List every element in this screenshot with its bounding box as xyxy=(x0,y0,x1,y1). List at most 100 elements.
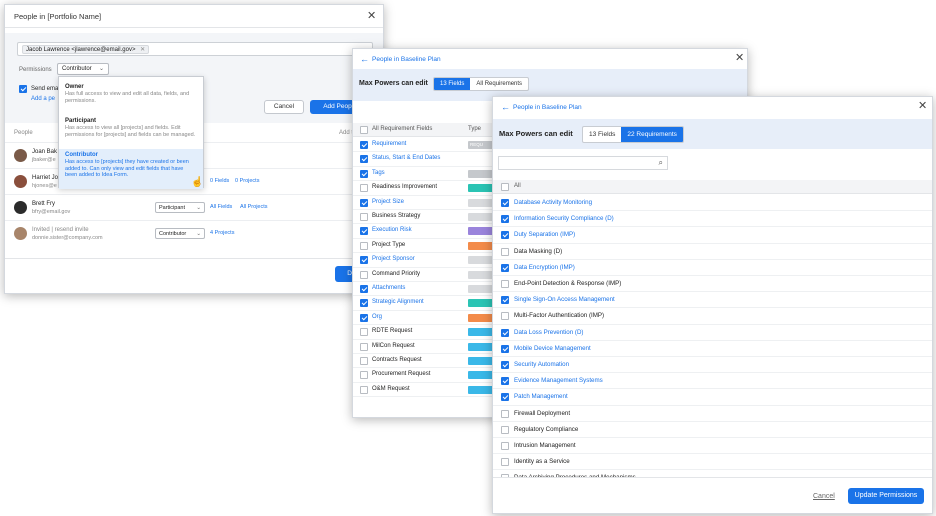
projects-link[interactable]: All Projects xyxy=(240,204,268,210)
select-all-row[interactable]: All xyxy=(493,180,932,194)
permission-select[interactable]: Contributor ⌄ xyxy=(57,63,109,75)
close-icon[interactable]: ✕ xyxy=(918,101,927,112)
role-select[interactable]: Participant ⌄ xyxy=(155,202,205,213)
fields-link[interactable]: 0 Fields xyxy=(210,178,229,184)
invite-status[interactable]: Invited | resend invite xyxy=(32,227,89,233)
requirement-row[interactable]: Data Loss Prevention (D) xyxy=(493,325,932,341)
role-select[interactable]: Contributor ⌄ xyxy=(155,228,205,239)
requirement-checkbox[interactable] xyxy=(501,361,509,369)
back-link[interactable]: ← People in Baseline Plan xyxy=(360,55,441,64)
field-checkbox[interactable] xyxy=(360,285,368,293)
requirement-label: Mobile Device Management xyxy=(514,344,591,352)
requirement-checkbox[interactable] xyxy=(501,393,509,402)
search-icon[interactable]: ⌕ xyxy=(659,158,663,168)
requirement-row[interactable]: Duty Separation (IMP) xyxy=(493,227,932,244)
field-checkbox[interactable] xyxy=(360,342,368,351)
close-icon[interactable]: ✕ xyxy=(735,53,744,64)
menu-item-owner[interactable]: Owner Has full access to view and edit a… xyxy=(59,81,203,115)
field-checkbox[interactable] xyxy=(360,256,368,265)
requirement-row[interactable]: Data Encryption (IMP) xyxy=(493,260,932,276)
field-checkbox[interactable] xyxy=(360,299,368,308)
requirement-checkbox[interactable] xyxy=(501,409,509,418)
requirement-checkbox[interactable] xyxy=(501,215,509,224)
add-person-link[interactable]: Add a pe xyxy=(31,96,55,102)
field-type-tag xyxy=(468,371,494,380)
field-checkbox[interactable] xyxy=(360,155,368,164)
field-checkbox[interactable] xyxy=(360,270,368,279)
field-label: Command Priority xyxy=(372,270,421,277)
search-input[interactable]: ⌕ xyxy=(498,156,668,170)
cancel-link[interactable]: Cancel xyxy=(813,493,835,500)
requirement-row[interactable]: Information Security Compliance (D) xyxy=(493,211,932,228)
requirement-checkbox[interactable] xyxy=(501,377,509,386)
send-email-checkbox[interactable] xyxy=(19,85,27,93)
requirements-permissions-dialog: ← People in Baseline Plan ✕ Max Powers c… xyxy=(492,96,933,514)
field-checkbox[interactable] xyxy=(360,371,368,380)
requirement-row[interactable]: Mobile Device Management xyxy=(493,341,932,357)
requirement-checkbox[interactable] xyxy=(501,263,509,272)
requirement-row[interactable]: Identity as a Service xyxy=(493,454,932,471)
requirement-checkbox[interactable] xyxy=(501,312,509,321)
field-label: Business Strategy xyxy=(372,213,421,219)
projects-link[interactable]: 0 Projects xyxy=(235,178,259,184)
requirement-checkbox[interactable] xyxy=(501,425,509,434)
field-checkbox[interactable] xyxy=(360,313,368,322)
field-type-tag xyxy=(468,213,494,221)
menu-item-contributor[interactable]: Contributor Has access to [projects] the… xyxy=(59,149,203,189)
requirement-checkbox[interactable] xyxy=(501,328,509,337)
menu-item-desc: Has full access to view and edit all dat… xyxy=(65,91,190,104)
menu-item-desc: Has access to view all [projects] and fi… xyxy=(65,125,196,138)
select-all-checkbox[interactable] xyxy=(360,126,368,134)
field-checkbox[interactable] xyxy=(360,213,368,221)
update-permissions-button[interactable]: Update Permissions xyxy=(848,488,924,504)
requirement-row[interactable]: Data Masking (D) xyxy=(493,244,932,260)
requirement-label: Security Automation xyxy=(514,361,570,368)
cancel-button[interactable]: Cancel xyxy=(264,100,304,114)
requirement-row[interactable]: End-Point Detection & Response (IMP) xyxy=(493,276,932,293)
people-dialog: People in [Portfolio Name] ✕ Jacob Lawre… xyxy=(4,4,384,294)
requirement-checkbox[interactable] xyxy=(501,344,509,353)
requirement-row[interactable]: Security Automation xyxy=(493,357,932,374)
requirement-row[interactable]: Regulatory Compliance xyxy=(493,422,932,438)
requirement-checkbox[interactable] xyxy=(501,458,509,467)
requirement-checkbox[interactable] xyxy=(501,247,509,256)
select-all-checkbox[interactable] xyxy=(501,183,509,191)
close-icon[interactable]: ✕ xyxy=(367,11,376,22)
requirement-checkbox[interactable] xyxy=(501,280,509,288)
send-email-option[interactable]: Send ema xyxy=(19,85,58,93)
requirement-row[interactable]: Intrusion Management xyxy=(493,438,932,455)
fields-link[interactable]: All Fields xyxy=(210,204,232,210)
tab-requirements[interactable]: All Requirements xyxy=(470,78,528,90)
requirement-checkbox[interactable] xyxy=(501,231,509,240)
requirement-row[interactable]: Database Activity Monitoring xyxy=(493,195,932,212)
tab-fields[interactable]: 13 Fields xyxy=(434,78,471,90)
requirement-row[interactable]: Multi-Factor Authentication (IMP) xyxy=(493,308,932,325)
requirement-row[interactable]: Firewall Deployment xyxy=(493,406,932,422)
field-checkbox[interactable] xyxy=(360,328,368,337)
tab-requirements[interactable]: 22 Requirements xyxy=(621,127,683,142)
requirement-checkbox[interactable] xyxy=(501,199,509,207)
field-checkbox[interactable] xyxy=(360,357,368,365)
field-label: Readiness Improvement xyxy=(372,184,438,191)
field-checkbox[interactable] xyxy=(360,184,368,193)
remove-chip-icon[interactable]: ✕ xyxy=(140,47,145,53)
menu-item-participant[interactable]: Participant Has access to view all [proj… xyxy=(59,115,203,149)
back-link[interactable]: ← People in Baseline Plan xyxy=(501,103,582,112)
requirement-row[interactable]: Patch Management xyxy=(493,389,932,406)
field-checkbox[interactable] xyxy=(360,227,368,236)
field-checkbox[interactable] xyxy=(360,141,368,149)
requirement-row[interactable]: Single Sign-On Access Management xyxy=(493,292,932,309)
people-input[interactable]: Jacob Lawrence <jlawrence@email.gov> ✕ xyxy=(17,42,373,56)
dialog-title: People in [Portfolio Name] xyxy=(14,12,102,21)
field-type-tag xyxy=(468,342,494,351)
field-checkbox[interactable] xyxy=(360,241,368,250)
requirement-checkbox[interactable] xyxy=(501,442,509,450)
tab-fields[interactable]: 13 Fields xyxy=(583,127,621,142)
requirement-checkbox[interactable] xyxy=(501,296,509,305)
projects-link[interactable]: 4 Projects xyxy=(210,230,234,236)
field-checkbox[interactable] xyxy=(360,169,368,178)
field-checkbox[interactable] xyxy=(360,385,368,394)
field-checkbox[interactable] xyxy=(360,198,368,207)
person-email: donnie.sister@company.com xyxy=(32,235,103,241)
requirement-row[interactable]: Evidence Management Systems xyxy=(493,373,932,390)
